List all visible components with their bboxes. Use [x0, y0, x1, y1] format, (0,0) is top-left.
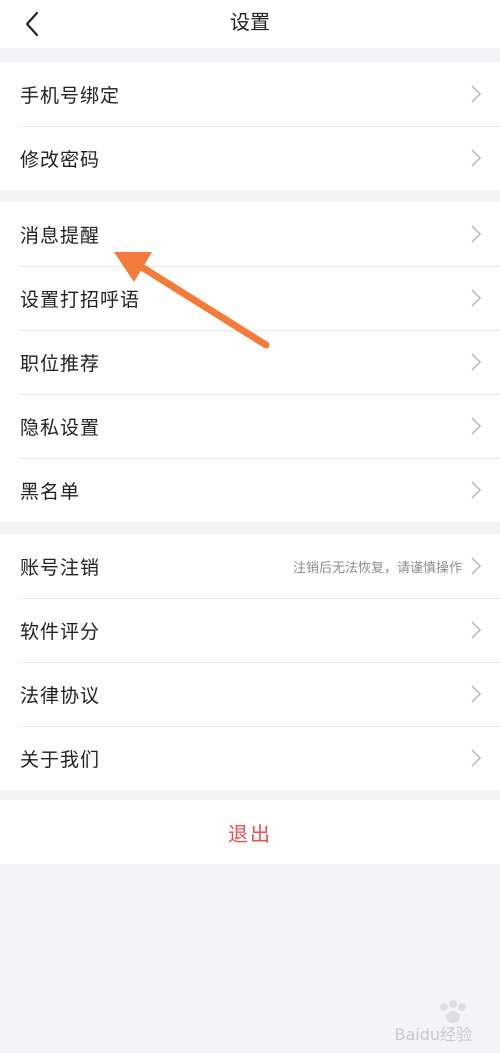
- settings-item-delete-account[interactable]: 账号注销 注销后无法恢复，请谨慎操作: [0, 534, 500, 598]
- settings-item-job-recommendation[interactable]: 职位推荐: [0, 330, 500, 394]
- settings-item-about-us[interactable]: 关于我们: [0, 726, 500, 790]
- settings-item-rate-app[interactable]: 软件评分: [0, 598, 500, 662]
- settings-item-blacklist[interactable]: 黑名单: [0, 458, 500, 522]
- chevron-right-icon: [471, 289, 482, 307]
- settings-item-label: 消息提醒: [20, 224, 101, 247]
- chevron-right-icon: [471, 621, 482, 639]
- chevron-right-icon: [471, 685, 482, 703]
- settings-item-label: 法律协议: [20, 684, 101, 707]
- settings-item-legal[interactable]: 法律协议: [0, 662, 500, 726]
- settings-item-label: 隐私设置: [20, 416, 101, 439]
- settings-item-label: 手机号绑定: [20, 84, 121, 107]
- logout-button[interactable]: 退出: [0, 800, 500, 864]
- chevron-right-icon: [471, 225, 482, 243]
- settings-item-label: 关于我们: [20, 748, 101, 771]
- settings-item-change-password[interactable]: 修改密码: [0, 126, 500, 190]
- nav-bar: 设置: [0, 0, 500, 48]
- settings-group-preferences: 消息提醒 设置打招呼语 职位推荐 隐私设置 黑名单: [0, 202, 500, 522]
- logout-label: 退出: [228, 821, 272, 846]
- settings-item-label: 软件评分: [20, 620, 101, 643]
- chevron-right-icon: [471, 749, 482, 767]
- settings-item-label: 账号注销: [20, 556, 101, 579]
- settings-item-phone-binding[interactable]: 手机号绑定: [0, 62, 500, 126]
- settings-item-greeting[interactable]: 设置打招呼语: [0, 266, 500, 330]
- settings-item-label: 职位推荐: [20, 352, 101, 375]
- chevron-right-icon: [471, 417, 482, 435]
- chevron-right-icon: [471, 557, 482, 575]
- watermark-text: Baidu经验: [394, 1025, 472, 1044]
- settings-group-account: 手机号绑定 修改密码: [0, 62, 500, 190]
- page-title: 设置: [230, 10, 270, 34]
- settings-item-notifications[interactable]: 消息提醒: [0, 202, 500, 266]
- settings-item-privacy[interactable]: 隐私设置: [0, 394, 500, 458]
- chevron-right-icon: [471, 353, 482, 371]
- chevron-right-icon: [471, 481, 482, 499]
- delete-account-hint: 注销后无法恢复，请谨慎操作: [292, 560, 462, 576]
- settings-group-about: 账号注销 注销后无法恢复，请谨慎操作 软件评分 法律协议 关于我们: [0, 534, 500, 790]
- settings-item-label: 黑名单: [20, 480, 81, 503]
- chevron-right-icon: [471, 85, 482, 103]
- chevron-right-icon: [471, 149, 482, 167]
- settings-item-label: 设置打招呼语: [20, 288, 141, 311]
- settings-item-label: 修改密码: [20, 148, 101, 171]
